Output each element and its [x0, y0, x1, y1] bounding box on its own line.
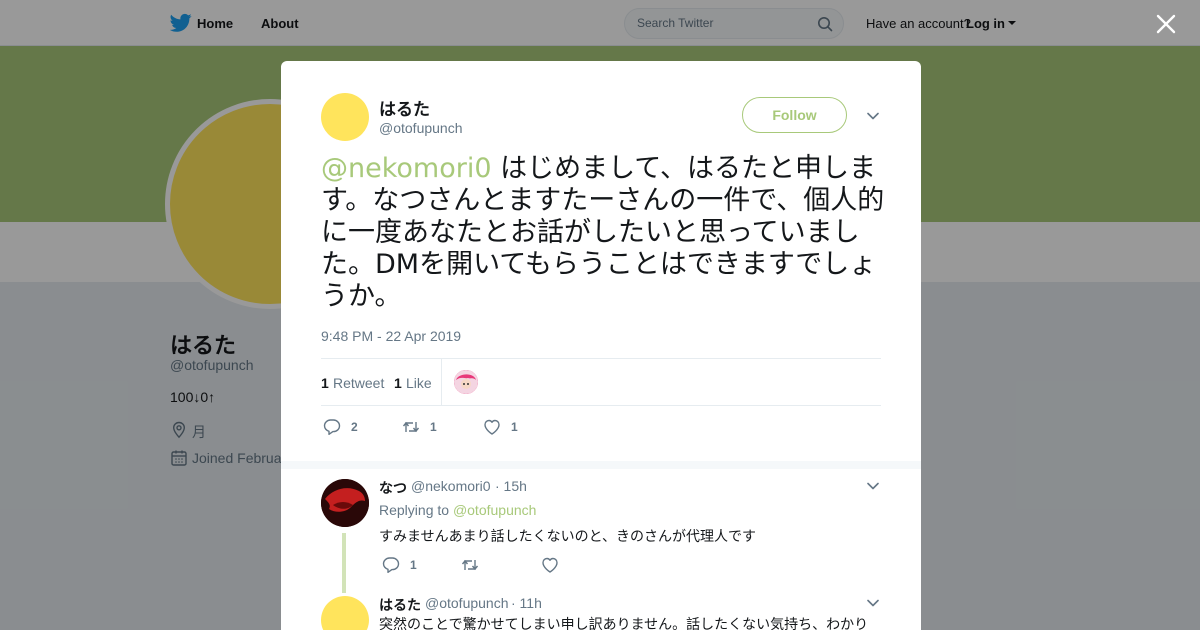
replies-divider	[281, 461, 921, 469]
reply-count[interactable]: 2	[351, 420, 358, 434]
like-label[interactable]: Like	[406, 375, 432, 391]
chevron-down-icon[interactable]	[867, 482, 879, 490]
replying-to-handle[interactable]: @otofupunch	[453, 502, 537, 518]
author-handle[interactable]: @otofupunch	[379, 120, 463, 136]
author-avatar[interactable]	[321, 93, 369, 141]
retweet-label[interactable]: Retweet	[333, 375, 384, 391]
tweet-text: @nekomori0 はじめまして、はるたと申します。なつさんとますたーさんの一…	[321, 153, 886, 313]
reply-author-name[interactable]: はるた	[379, 595, 421, 615]
tweet-timestamp[interactable]: 9:48 PM - 22 Apr 2019	[321, 328, 461, 344]
reply-author-name[interactable]: なつ	[379, 478, 407, 498]
thread-line	[342, 533, 346, 593]
chevron-down-icon[interactable]	[867, 112, 879, 120]
reply-icon[interactable]	[382, 556, 400, 574]
author-name[interactable]: はるた	[379, 95, 430, 120]
tweet-stats: 1 Retweet 1 Like	[321, 358, 881, 406]
reply-author-handle[interactable]: @otofupunch	[425, 595, 509, 611]
tweet-mention-link[interactable]: @nekomori0	[321, 153, 492, 184]
replying-to-label: Replying to	[379, 502, 450, 518]
reply-text: 突然のことで驚かせてしまい申し訳ありません。話したくない気持ち、わかり	[379, 617, 869, 630]
retweet-icon[interactable]	[402, 418, 420, 436]
heart-icon[interactable]	[483, 418, 501, 436]
reply-icon[interactable]	[323, 418, 341, 436]
like-action-count[interactable]: 1	[511, 420, 518, 434]
reply-timestamp[interactable]: · 15h	[495, 478, 527, 494]
like-count[interactable]: 1	[394, 375, 402, 391]
retweet-action-count[interactable]: 1	[430, 420, 437, 434]
retweet-icon[interactable]	[461, 556, 479, 574]
reply-author-handle[interactable]: @nekomori0	[411, 478, 491, 494]
replying-to: Replying to @otofupunch	[379, 502, 536, 518]
reply-reply-count[interactable]: 1	[410, 558, 417, 572]
chevron-down-icon[interactable]	[867, 599, 879, 607]
reply-avatar[interactable]	[321, 479, 369, 527]
retweet-count[interactable]: 1	[321, 375, 329, 391]
heart-icon[interactable]	[541, 556, 559, 574]
reply-text: すみませんあまり話したくないのと、きのさんが代理人です	[379, 529, 757, 545]
follow-button[interactable]: Follow	[742, 97, 847, 133]
reply-avatar[interactable]	[321, 596, 369, 630]
reply-timestamp[interactable]: · 11h	[511, 595, 542, 611]
tweet-modal: はるた @otofupunch Follow @nekomori0 はじめまして…	[281, 61, 921, 630]
liker-avatar[interactable]	[454, 370, 478, 394]
close-icon[interactable]	[1155, 13, 1177, 35]
stats-divider	[441, 359, 442, 405]
